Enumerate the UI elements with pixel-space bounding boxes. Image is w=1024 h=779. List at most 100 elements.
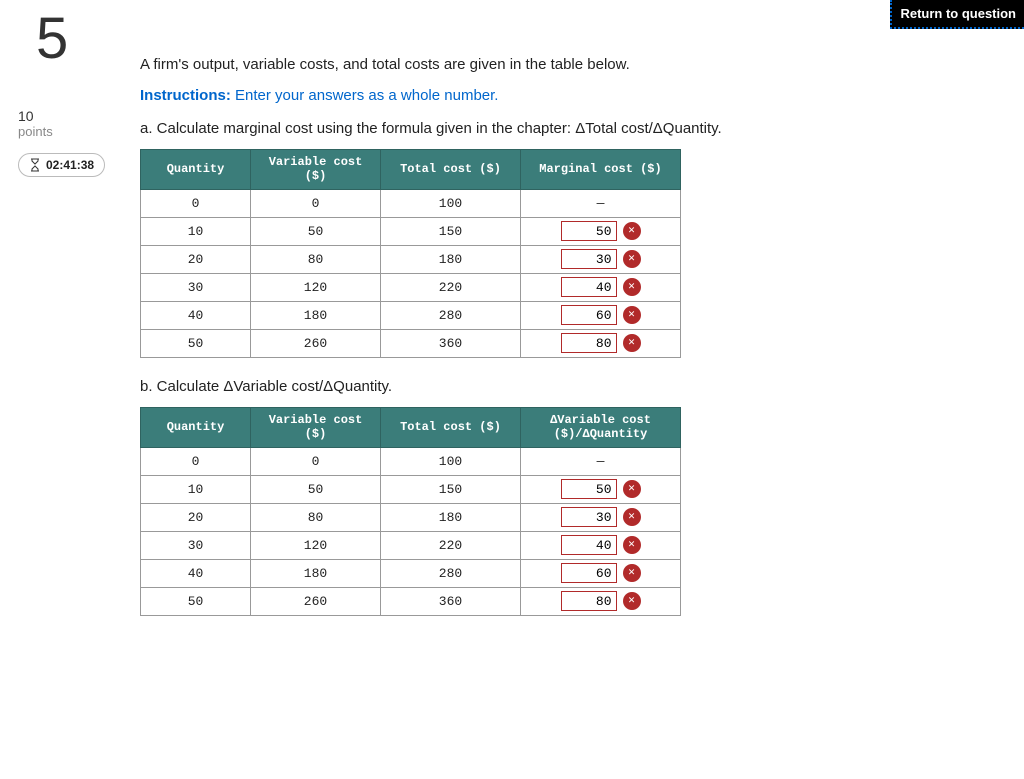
answer-input[interactable] — [561, 591, 617, 611]
table-row: 1050150 ✕ — [141, 475, 681, 503]
wrong-icon: ✕ — [623, 306, 641, 324]
answer-cell: ✕ — [521, 531, 681, 559]
table-b: QuantityVariable cost($)Total cost ($)ΔV… — [140, 407, 681, 616]
table-b-header: Total cost ($) — [381, 407, 521, 447]
cell: 180 — [381, 503, 521, 531]
hourglass-icon — [29, 158, 41, 172]
no-value: — — [597, 196, 605, 211]
cell: 280 — [381, 301, 521, 329]
wrong-icon: ✕ — [623, 334, 641, 352]
instructions-label: Instructions: — [140, 87, 231, 104]
cell: 150 — [381, 217, 521, 245]
cell: 260 — [251, 587, 381, 615]
cell: 20 — [141, 503, 251, 531]
points-label: points — [18, 124, 130, 139]
answer-input[interactable] — [561, 305, 617, 325]
cell: 150 — [381, 475, 521, 503]
table-row: 40180280 ✕ — [141, 301, 681, 329]
cell: 100 — [381, 447, 521, 475]
cell: 280 — [381, 559, 521, 587]
answer-input[interactable] — [561, 221, 617, 241]
answer-cell: ✕ — [521, 475, 681, 503]
answer-input[interactable] — [561, 507, 617, 527]
cell: 50 — [251, 217, 381, 245]
table-b-header: Quantity — [141, 407, 251, 447]
answer-input[interactable] — [561, 277, 617, 297]
cell: 80 — [251, 245, 381, 273]
answer-cell: ✕ — [521, 217, 681, 245]
wrong-icon: ✕ — [623, 480, 641, 498]
answer-cell: — — [521, 447, 681, 475]
table-a: QuantityVariable cost($)Total cost ($)Ma… — [140, 149, 681, 358]
part-a-text: a. Calculate marginal cost using the for… — [140, 120, 960, 137]
timer-badge: 02:41:38 — [18, 153, 105, 177]
points-value: 10 — [18, 108, 130, 124]
wrong-icon: ✕ — [623, 536, 641, 554]
wrong-icon: ✕ — [623, 250, 641, 268]
answer-cell: ✕ — [521, 503, 681, 531]
cell: 360 — [381, 329, 521, 357]
cell: 10 — [141, 217, 251, 245]
table-b-header: ΔVariable cost($)/ΔQuantity — [521, 407, 681, 447]
cell: 30 — [141, 531, 251, 559]
table-row: 40180280 ✕ — [141, 559, 681, 587]
answer-input[interactable] — [561, 563, 617, 583]
table-row: 30120220✕ — [141, 531, 681, 559]
cell: 180 — [381, 245, 521, 273]
answer-cell: ✕ — [521, 245, 681, 273]
cell: 0 — [141, 447, 251, 475]
cell: 40 — [141, 559, 251, 587]
answer-cell: ✕ — [521, 273, 681, 301]
table-b-header: Variable cost($) — [251, 407, 381, 447]
answer-input[interactable] — [561, 249, 617, 269]
cell: 220 — [381, 273, 521, 301]
wrong-icon: ✕ — [623, 592, 641, 610]
table-a-header: Marginal cost ($) — [521, 150, 681, 190]
cell: 20 — [141, 245, 251, 273]
question-number: 5 — [36, 10, 130, 68]
cell: 40 — [141, 301, 251, 329]
cell: 100 — [381, 189, 521, 217]
intro-text: A firm's output, variable costs, and tot… — [140, 56, 960, 73]
table-row: 00100— — [141, 447, 681, 475]
part-b-text: b. Calculate ΔVariable cost/ΔQuantity. — [140, 378, 960, 395]
wrong-icon: ✕ — [623, 278, 641, 296]
answer-cell: ✕ — [521, 559, 681, 587]
cell: 30 — [141, 273, 251, 301]
table-row: 00100— — [141, 189, 681, 217]
cell: 260 — [251, 329, 381, 357]
answer-input[interactable] — [561, 479, 617, 499]
cell: 50 — [141, 329, 251, 357]
cell: 0 — [251, 189, 381, 217]
answer-cell: — — [521, 189, 681, 217]
cell: 80 — [251, 503, 381, 531]
instructions: Instructions: Enter your answers as a wh… — [140, 87, 960, 104]
timer-text: 02:41:38 — [46, 158, 94, 172]
answer-input[interactable] — [561, 333, 617, 353]
cell: 120 — [251, 531, 381, 559]
no-value: — — [597, 454, 605, 469]
table-a-header: Quantity — [141, 150, 251, 190]
table-a-header: Total cost ($) — [381, 150, 521, 190]
cell: 10 — [141, 475, 251, 503]
return-to-question-button[interactable]: Return to question — [890, 0, 1024, 29]
answer-cell: ✕ — [521, 301, 681, 329]
table-row: 50260360 ✕ — [141, 329, 681, 357]
cell: 0 — [251, 447, 381, 475]
cell: 50 — [141, 587, 251, 615]
wrong-icon: ✕ — [623, 222, 641, 240]
table-row: 2080180 ✕ — [141, 245, 681, 273]
table-row: 1050150 ✕ — [141, 217, 681, 245]
table-row: 30120220✕ — [141, 273, 681, 301]
wrong-icon: ✕ — [623, 508, 641, 526]
main-content: A firm's output, variable costs, and tot… — [140, 56, 960, 636]
sidebar: 5 10 points 02:41:38 — [0, 10, 130, 177]
cell: 180 — [251, 301, 381, 329]
cell: 50 — [251, 475, 381, 503]
wrong-icon: ✕ — [623, 564, 641, 582]
table-row: 2080180 ✕ — [141, 503, 681, 531]
cell: 0 — [141, 189, 251, 217]
answer-input[interactable] — [561, 535, 617, 555]
cell: 180 — [251, 559, 381, 587]
table-row: 50260360✕ — [141, 587, 681, 615]
